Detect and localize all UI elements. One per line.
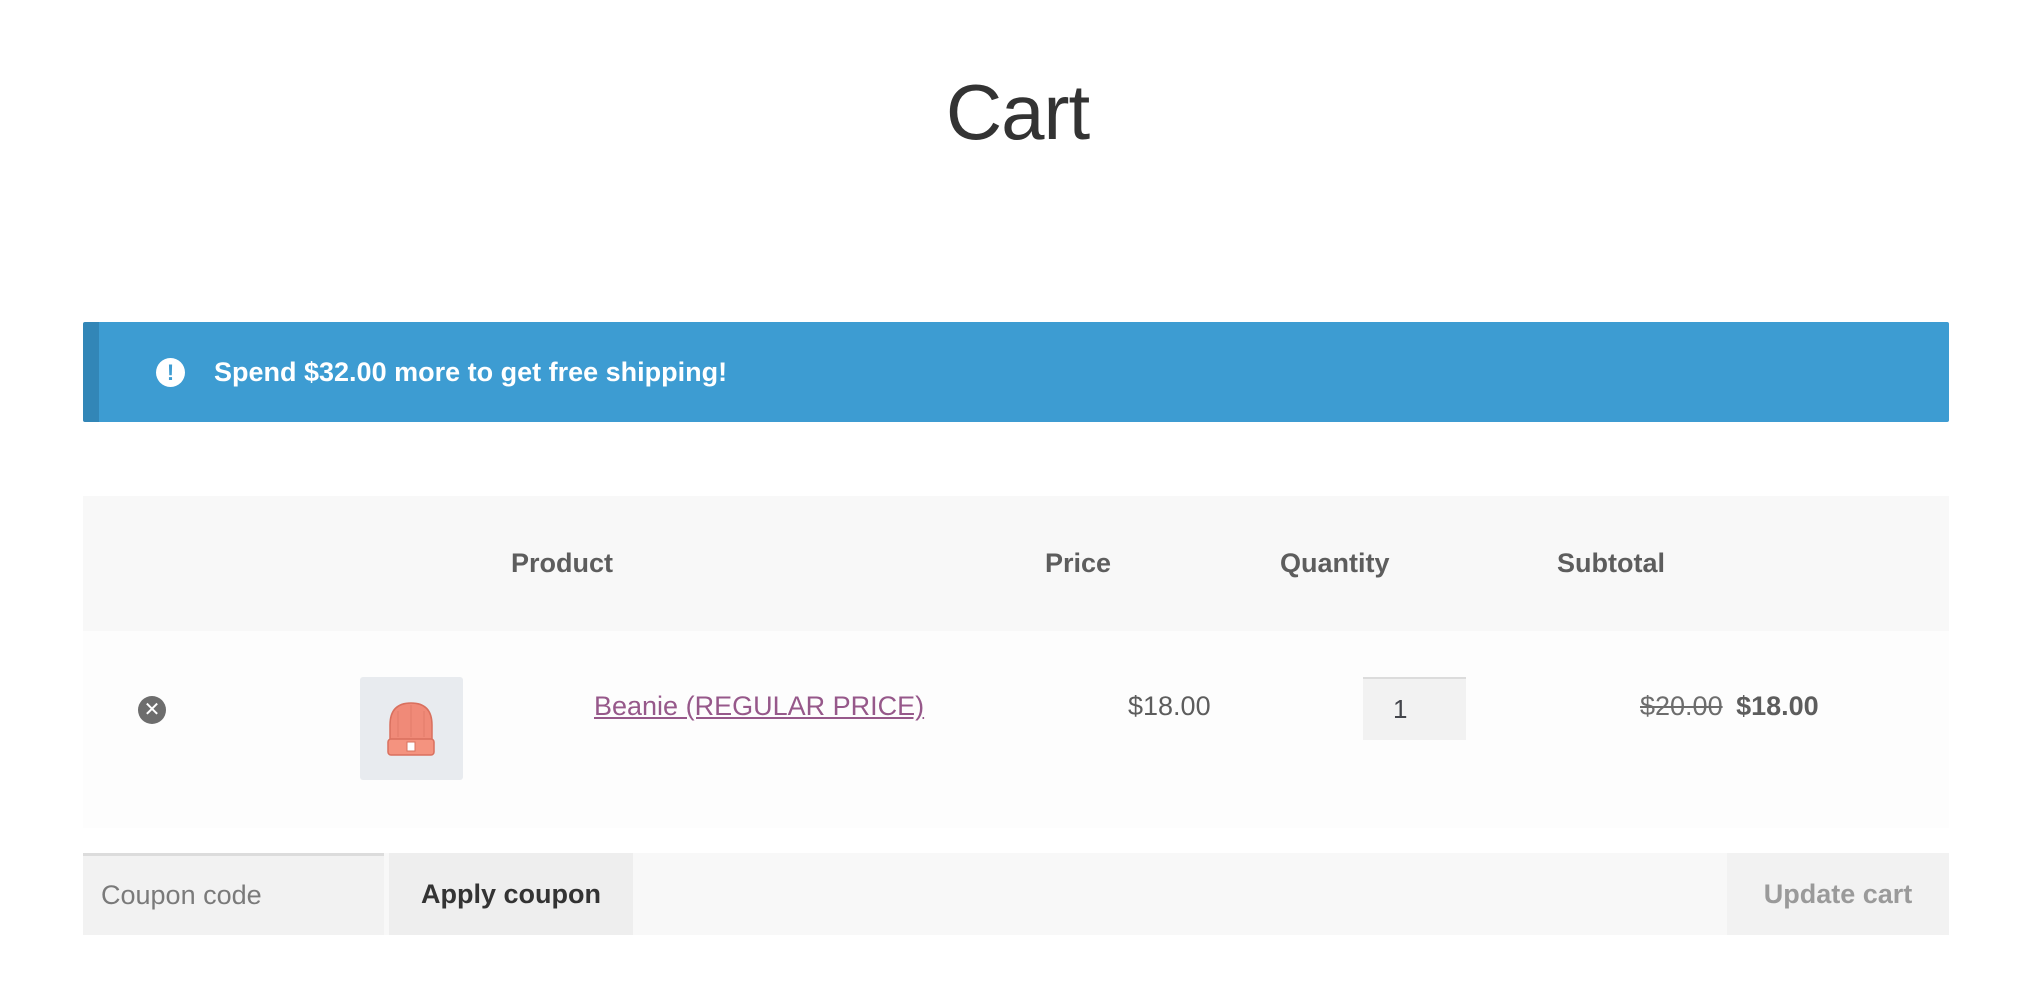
update-cart-button[interactable]: Update cart (1727, 853, 1949, 935)
cart-table: Product Price Quantity Subtotal ✕ Beanie… (83, 496, 1949, 828)
apply-coupon-button[interactable]: Apply coupon (389, 853, 633, 935)
quantity-input[interactable] (1363, 677, 1466, 740)
header-price: Price (1045, 548, 1112, 578)
product-thumbnail[interactable] (360, 677, 463, 780)
cart-page: Cart ! Spend $32.00 more to get free shi… (0, 0, 2019, 983)
notice-message: Spend $32.00 more to get free shipping! (214, 356, 728, 387)
table-row: ✕ Beanie (REGULAR PRICE) $18.00 $20.00 $… (83, 631, 1949, 828)
header-subtotal: Subtotal (1557, 548, 1665, 578)
table-header: Product Price Quantity Subtotal (83, 496, 1949, 631)
remove-item-icon[interactable]: ✕ (138, 696, 166, 724)
free-shipping-notice: ! Spend $32.00 more to get free shipping… (83, 322, 1949, 422)
beanie-icon (387, 702, 435, 756)
coupon-code-input[interactable] (83, 853, 384, 935)
product-name-link[interactable]: Beanie (REGULAR PRICE) (594, 686, 924, 726)
header-quantity: Quantity (1280, 548, 1390, 578)
page-title: Cart (945, 68, 1090, 156)
product-price: $18.00 (1128, 691, 1211, 721)
header-product: Product (511, 548, 614, 578)
exclamation-circle-icon: ! (156, 357, 185, 387)
cart-actions: Apply coupon Update cart (83, 853, 1949, 935)
subtotal-original-price: $20.00 (1640, 691, 1723, 721)
subtotal-current-price: $18.00 (1736, 691, 1819, 721)
product-subtotal: $20.00 $18.00 (1640, 686, 1819, 726)
